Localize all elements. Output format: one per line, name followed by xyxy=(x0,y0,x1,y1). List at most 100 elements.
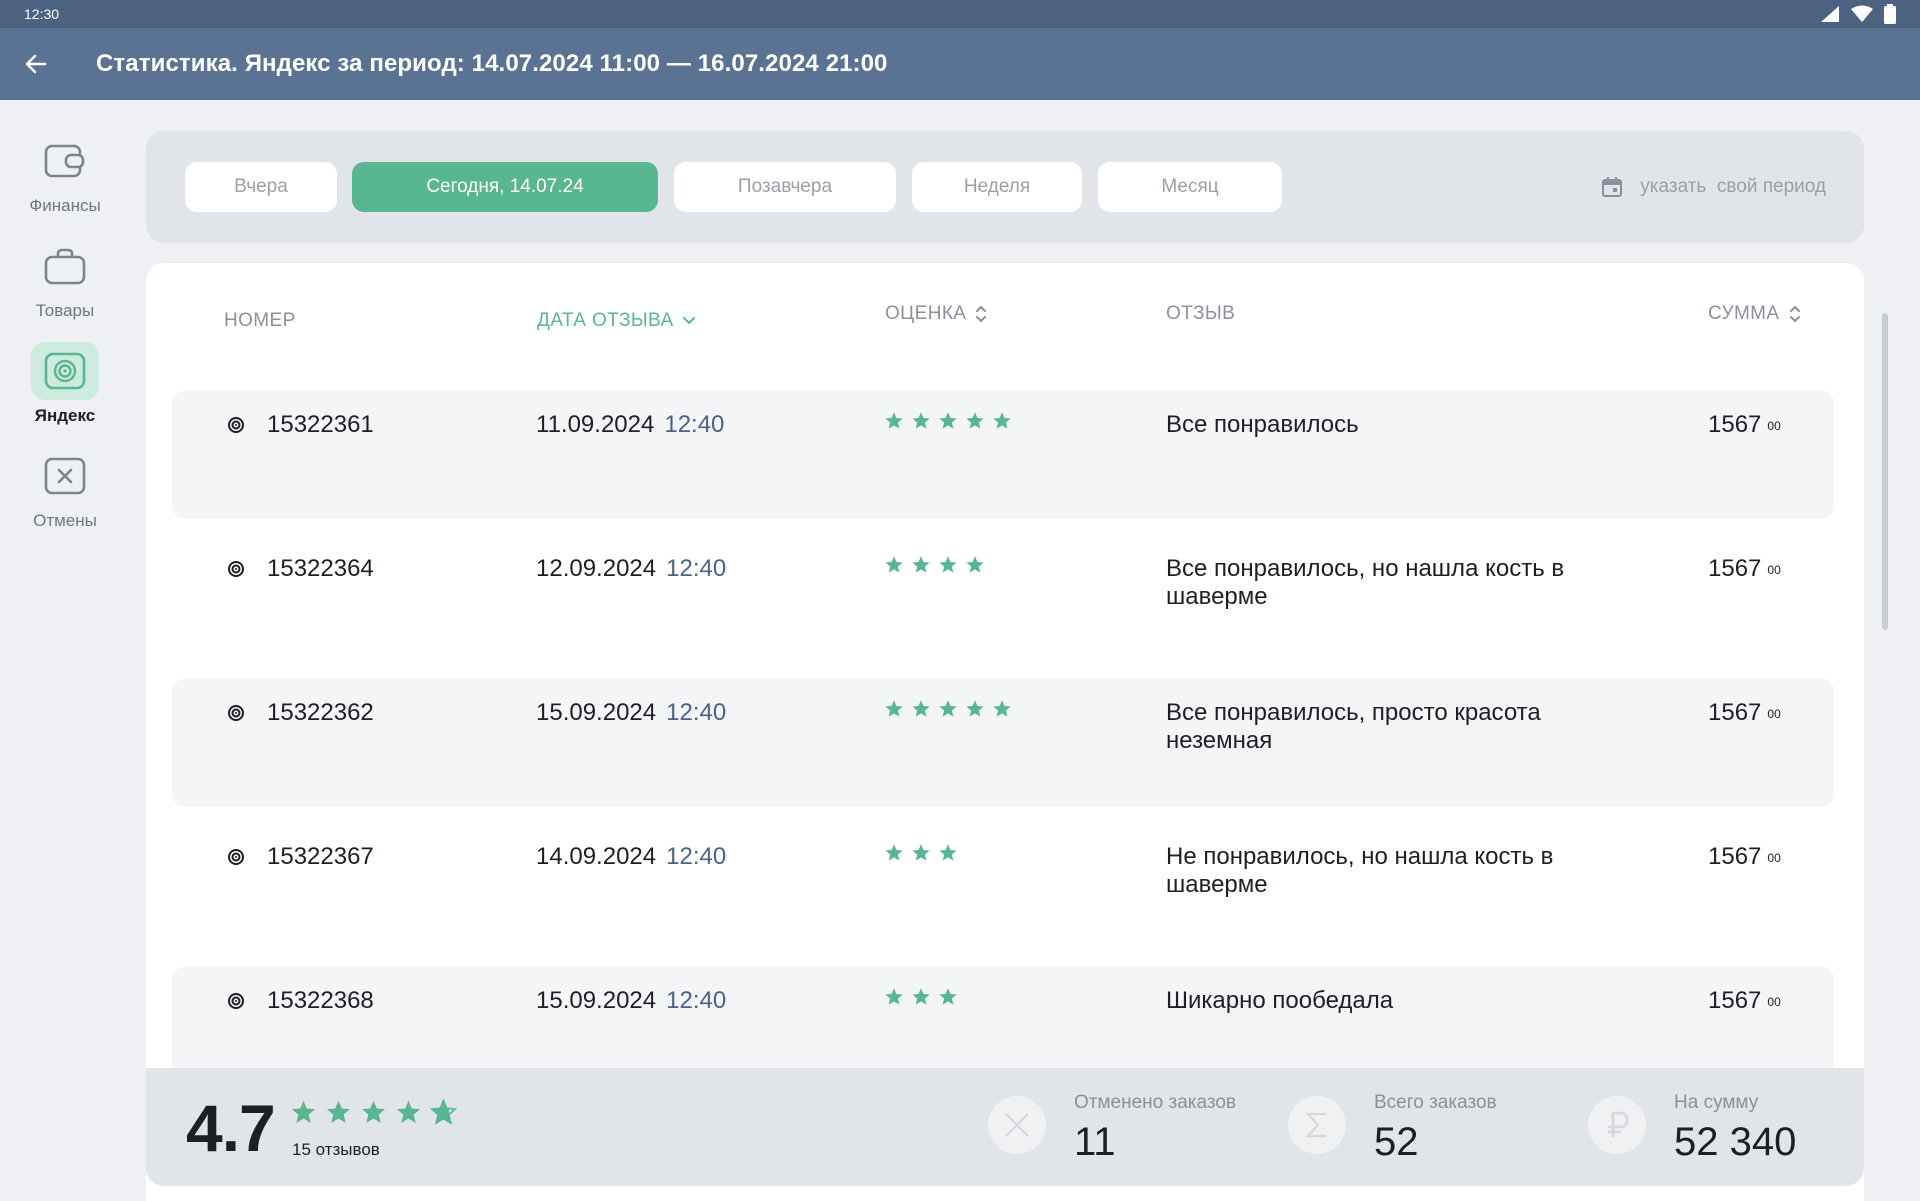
star-icon xyxy=(912,700,930,717)
order-sum-cell: 1567 00 xyxy=(1708,555,1781,583)
review-date: 11.09.2024 xyxy=(536,411,655,438)
order-sum: 1567 xyxy=(1708,699,1762,726)
review-date: 15.09.2024 xyxy=(536,987,657,1014)
order-sum-cell: 1567 00 xyxy=(1708,987,1781,1015)
star-icon xyxy=(912,412,930,429)
review-text: Все понравилось xyxy=(1166,411,1359,438)
sidebar-item-label: Товары xyxy=(35,301,95,320)
column-header-rating[interactable]: ОЦЕНКА xyxy=(885,303,988,325)
column-header-sum[interactable]: СУММА xyxy=(1708,303,1802,325)
review-time: 12:40 xyxy=(666,987,727,1014)
star-icon xyxy=(966,700,984,717)
yandex-spiral-icon xyxy=(228,993,244,1009)
order-sum: 1567 xyxy=(1708,843,1762,870)
column-header-number: НОМЕР xyxy=(224,310,296,331)
back-button[interactable] xyxy=(0,28,72,100)
review-text: Все понравилось, просто красота неземная xyxy=(1166,699,1541,754)
sidebar-item-goods[interactable]: Товары xyxy=(0,237,130,337)
sort-icon xyxy=(1789,305,1800,323)
review-date-cell: 15.09.2024 12:40 xyxy=(536,987,726,1015)
order-number: 15322362 xyxy=(267,699,374,726)
scrollbar[interactable] xyxy=(1882,313,1888,630)
sidebar-item-finance[interactable]: Финансы xyxy=(0,132,130,232)
order-sum-kopecks: 00 xyxy=(1767,418,1781,433)
review-date: 14.09.2024 xyxy=(536,843,657,870)
column-header-date[interactable]: ДАТА ОТЗЫВА xyxy=(537,310,696,332)
star-icon xyxy=(912,988,930,1005)
custom-period-button[interactable]: указать свой период xyxy=(1602,162,1826,212)
order-number: 15322364 xyxy=(267,555,374,582)
review-time: 12:40 xyxy=(666,843,727,870)
chip-month[interactable]: Месяц xyxy=(1098,162,1282,212)
signal-icon xyxy=(1821,6,1839,22)
sidebar-item-label: Финансы xyxy=(29,196,101,215)
review-time: 12:40 xyxy=(664,411,725,438)
order-sum-kopecks: 00 xyxy=(1767,706,1781,721)
sidebar-item-label: Яндекс xyxy=(34,406,96,425)
star-icon xyxy=(939,556,957,573)
star-icon xyxy=(885,700,903,717)
order-sum-cell: 1567 00 xyxy=(1708,699,1781,727)
chip-week[interactable]: Неделя xyxy=(912,162,1082,212)
yandex-spiral-icon xyxy=(228,417,244,433)
review-text: Не понравилось, но нашла кость в шаверме xyxy=(1166,843,1554,898)
star-icon xyxy=(885,844,903,861)
order-sum: 1567 xyxy=(1708,987,1762,1014)
star-icon xyxy=(885,556,903,573)
yandex-spiral-icon xyxy=(44,352,86,390)
order-number-cell: 15322368 xyxy=(227,987,374,1015)
star-icon xyxy=(939,988,957,1005)
average-rating-stars xyxy=(290,1099,457,1126)
review-time: 12:40 xyxy=(666,699,727,726)
star-icon xyxy=(966,556,984,573)
cancel-box-icon xyxy=(44,457,86,495)
rating-stars xyxy=(884,699,1012,719)
ruble-icon xyxy=(1588,1096,1646,1154)
table-row[interactable]: 15322367 14.09.2024 12:40 Не понравилось, н… xyxy=(172,823,1834,950)
review-text: Шикарно пообедала xyxy=(1166,987,1394,1014)
order-sum-cell: 1567 00 xyxy=(1708,843,1781,871)
period-filter-bar: Вчера Сегодня, 14.07.24 Позавчера Неделя… xyxy=(146,131,1864,243)
star-icon xyxy=(885,412,903,429)
review-date: 15.09.2024 xyxy=(536,699,657,726)
yandex-spiral-icon xyxy=(228,849,244,865)
star-icon xyxy=(939,844,957,861)
sigma-icon xyxy=(1288,1096,1346,1154)
close-icon xyxy=(988,1096,1046,1154)
chip-yesterday[interactable]: Вчера xyxy=(185,162,337,212)
table-row[interactable]: 15322361 11.09.2024 12:40 Все понравилось 15… xyxy=(172,391,1834,518)
order-sum-kopecks: 00 xyxy=(1767,850,1781,865)
status-time: 12:30 xyxy=(24,6,60,22)
order-number: 15322361 xyxy=(267,411,374,438)
sidebar: Финансы Товары Яндекс Отмены xyxy=(0,100,130,1201)
table-row[interactable]: 15322364 12.09.2024 12:40 Все понравилось, … xyxy=(172,535,1834,662)
chip-day-before-yesterday[interactable]: Позавчера xyxy=(674,162,896,212)
order-sum-kopecks: 00 xyxy=(1767,994,1781,1009)
star-half-icon xyxy=(430,1099,457,1125)
wifi-icon xyxy=(1851,5,1873,22)
sidebar-item-yandex[interactable]: Яндекс xyxy=(0,342,130,442)
review-count: 15 отзывов xyxy=(292,1140,380,1159)
review-date: 12.09.2024 xyxy=(536,555,657,582)
sidebar-item-cancellations[interactable]: Отмены xyxy=(0,447,130,547)
order-sum: 1567 xyxy=(1708,555,1762,582)
app-bar: Статистика. Яндекс за период: 14.07.2024… xyxy=(0,28,1920,100)
sort-icon xyxy=(976,305,987,323)
page-title: Статистика. Яндекс за период: 14.07.2024… xyxy=(96,50,888,77)
star-icon xyxy=(326,1100,351,1123)
rating-stars xyxy=(884,555,985,575)
chip-today[interactable]: Сегодня, 14.07.24 xyxy=(352,162,658,212)
custom-period-label: указать свой период xyxy=(1640,176,1826,197)
order-number-cell: 15322362 xyxy=(227,699,374,727)
summary-bar: 4.7 15 отзывов Отменено заказов 11 Всего… xyxy=(146,1068,1864,1186)
rating-stars xyxy=(884,987,958,1007)
table-row[interactable]: 15322362 15.09.2024 12:40 Все понравилось, … xyxy=(172,679,1834,806)
rating-stars xyxy=(884,843,958,863)
order-sum-cell: 1567 00 xyxy=(1708,411,1781,439)
sidebar-item-label: Отмены xyxy=(33,511,97,530)
review-time: 12:40 xyxy=(666,555,727,582)
order-sum: 1567 xyxy=(1708,411,1762,438)
star-icon xyxy=(291,1100,316,1123)
order-number-cell: 15322367 xyxy=(227,843,374,871)
order-number: 15322368 xyxy=(267,987,374,1014)
